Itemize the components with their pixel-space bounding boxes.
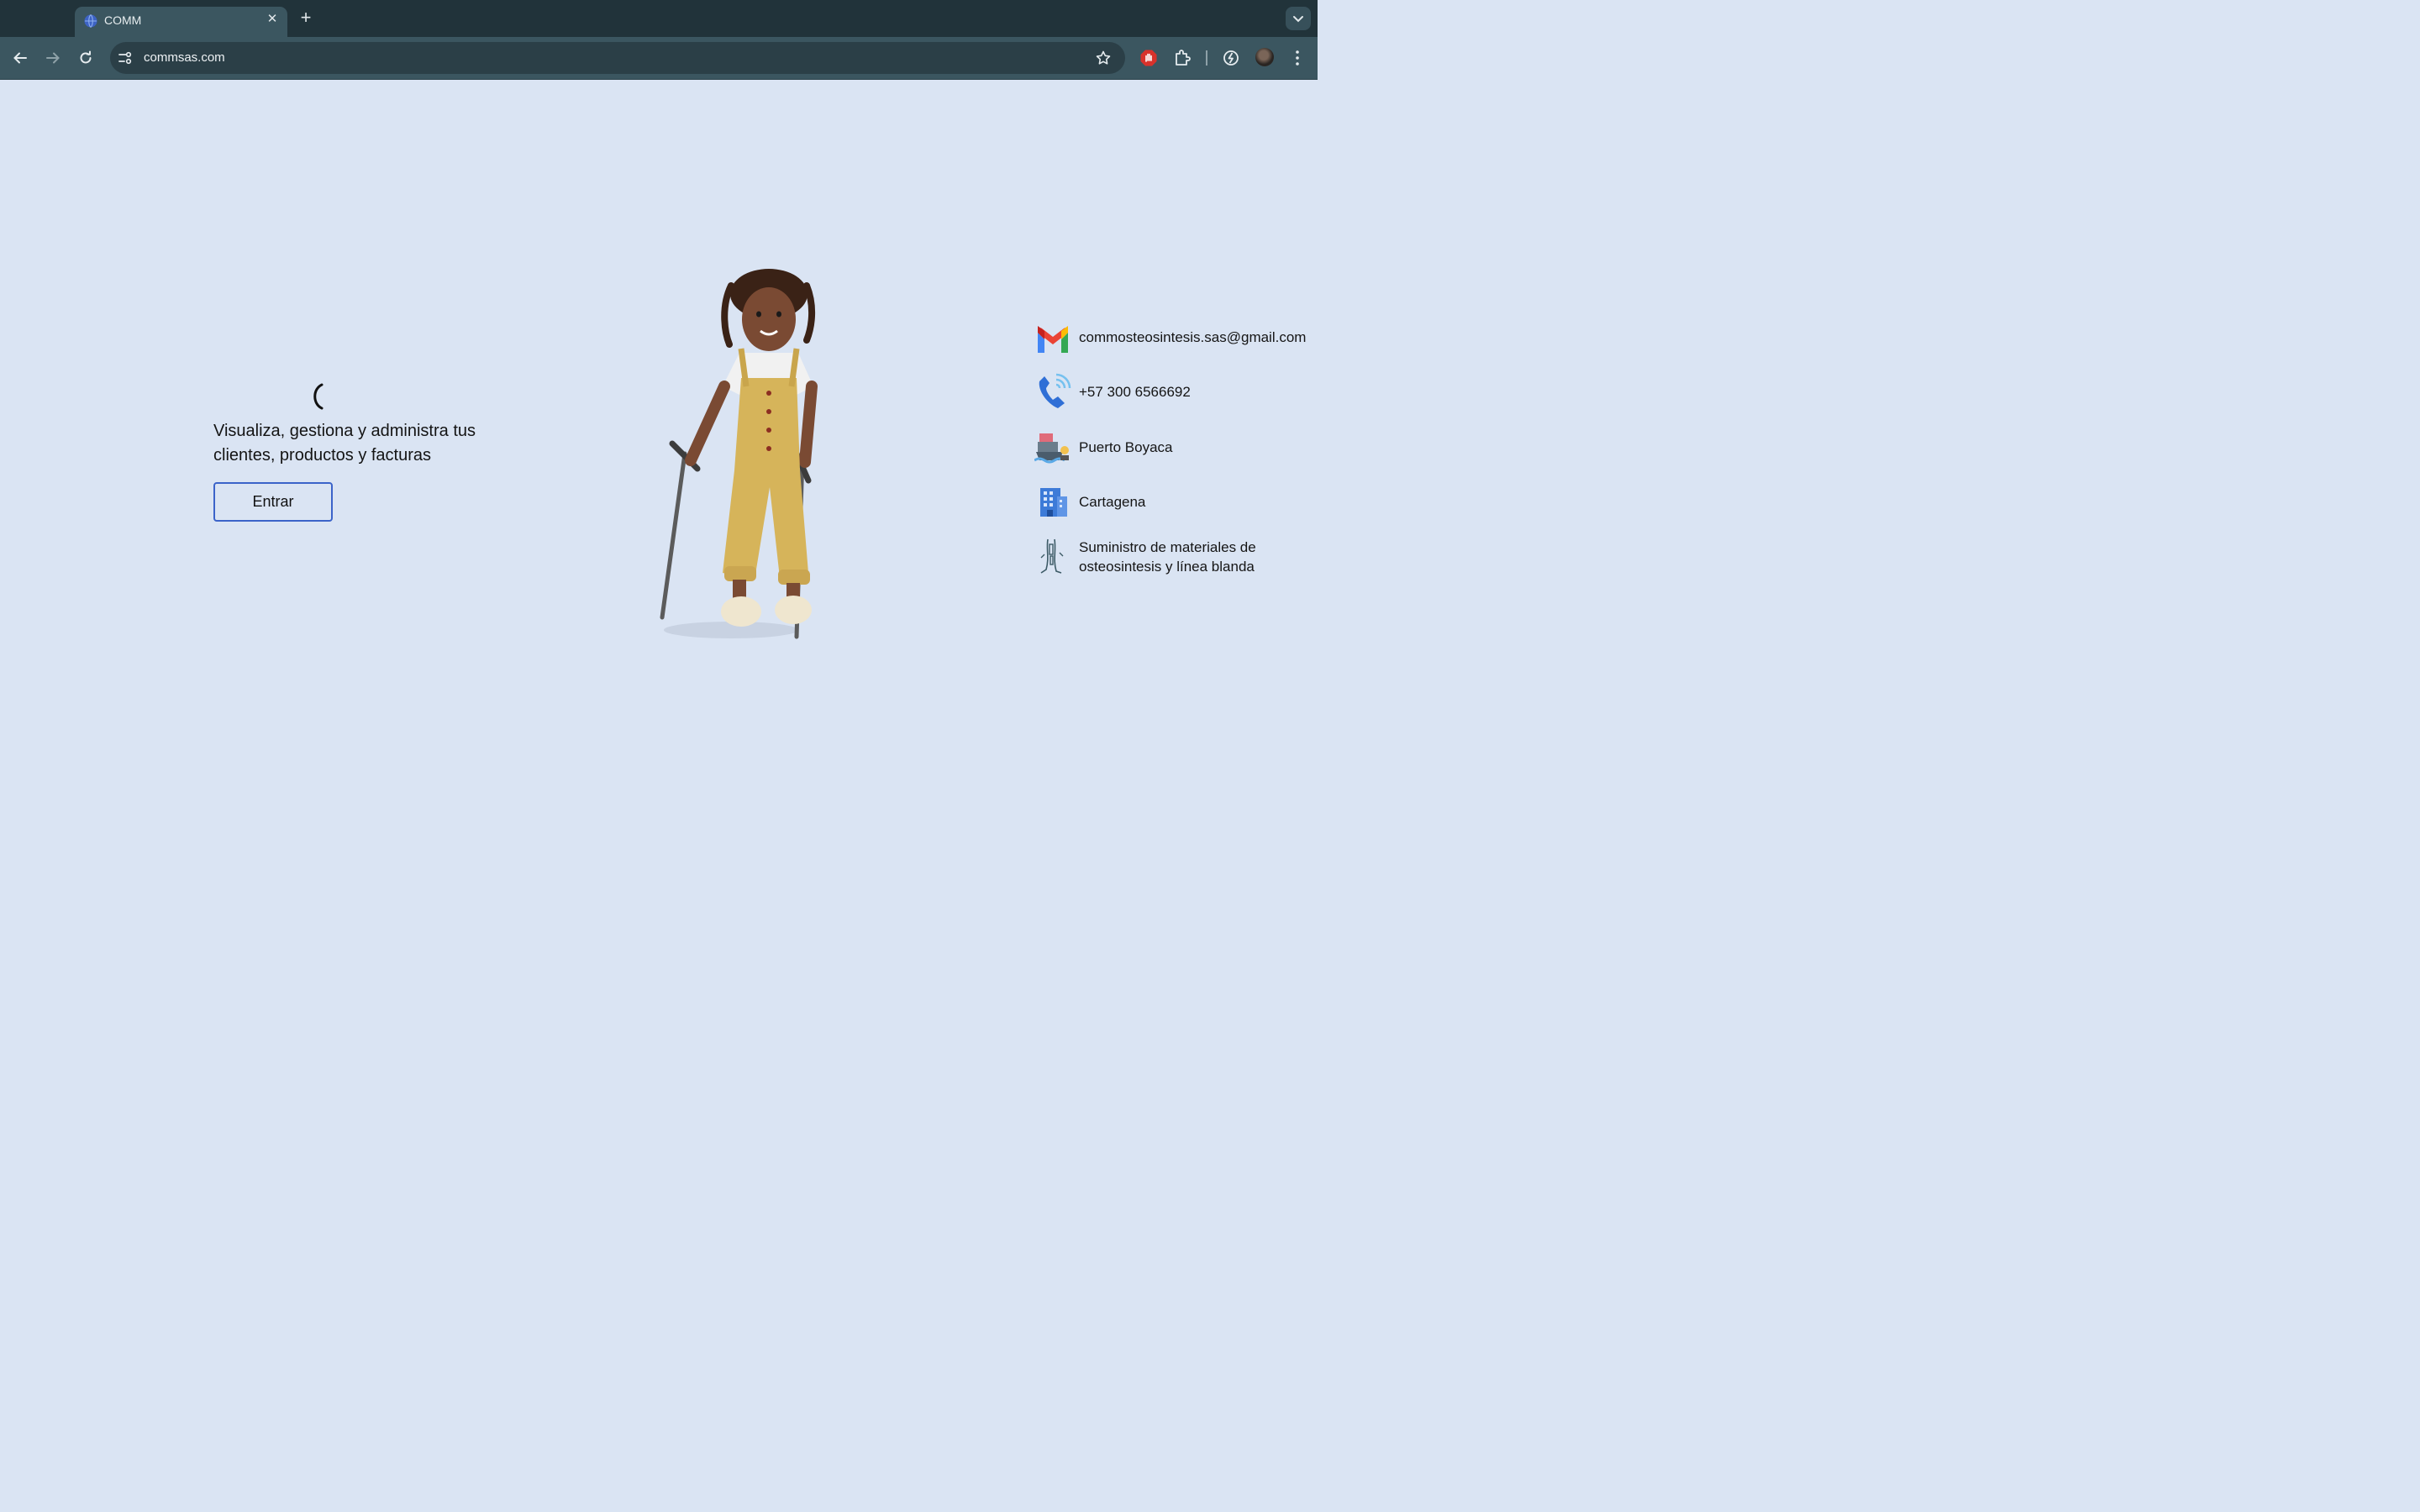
contact-service: Suministro de materiales de osteosintesi…: [1034, 538, 1318, 580]
port-ship-icon: [1034, 433, 1069, 464]
contact-email[interactable]: commosteosintesis.sas@gmail.com: [1034, 323, 1318, 361]
browser-toolbar: commsas.com: [0, 37, 1318, 80]
leg-brace-icon: [1040, 538, 1064, 574]
site-info-icon[interactable]: [117, 50, 134, 66]
reload-icon: [80, 50, 92, 64]
tagline: Visualiza, gestiona y administra tus cli…: [213, 422, 476, 465]
tab-search-button[interactable]: [1286, 7, 1311, 30]
reload-button[interactable]: [75, 47, 97, 69]
browser-tab[interactable]: COMM ✕: [75, 7, 287, 37]
phone-icon: [1039, 373, 1071, 408]
menu-icon[interactable]: [1288, 49, 1307, 67]
url-text[interactable]: commsas.com: [144, 50, 225, 65]
contact-location-1: Puerto Boyaca: [1034, 428, 1318, 467]
contact-service-text: Suministro de materiales de osteosintesi…: [1079, 539, 1256, 575]
forward-button[interactable]: [42, 47, 64, 69]
avatar[interactable]: [1255, 48, 1274, 66]
close-tab-icon[interactable]: ✕: [266, 13, 279, 26]
office-building-icon: [1040, 488, 1067, 517]
forward-icon: [46, 52, 60, 64]
globe-icon: [84, 14, 97, 28]
toolbar-divider: [1206, 50, 1207, 66]
contact-phone[interactable]: +57 300 6566692: [1034, 373, 1318, 412]
gmail-icon: [1038, 326, 1068, 353]
contact-location-2-text: Cartagena: [1079, 494, 1146, 510]
contact-location-1-text: Puerto Boyaca: [1079, 439, 1173, 455]
back-icon: [13, 52, 27, 64]
back-button[interactable]: [9, 47, 31, 69]
sync-icon[interactable]: [1222, 49, 1240, 67]
chevron-down-icon: [1293, 16, 1303, 23]
contact-location-2: Cartagena: [1034, 483, 1318, 522]
enter-button[interactable]: Entrar: [213, 482, 333, 522]
tab-strip: COMM ✕ +: [0, 0, 1318, 37]
address-bar[interactable]: commsas.com: [110, 42, 1125, 74]
extensions-icon[interactable]: [1173, 49, 1192, 67]
bookmark-star-icon[interactable]: [1095, 50, 1112, 66]
contact-phone-text[interactable]: +57 300 6566692: [1079, 382, 1191, 402]
girl-with-crutches-illustration: [660, 269, 818, 639]
loading-spinner-icon: [313, 383, 324, 410]
adblock-icon[interactable]: [1139, 49, 1158, 67]
contact-email-text[interactable]: commosteosintesis.sas@gmail.com: [1079, 328, 1306, 347]
tab-title: COMM: [104, 13, 142, 27]
new-tab-button[interactable]: +: [296, 8, 316, 29]
